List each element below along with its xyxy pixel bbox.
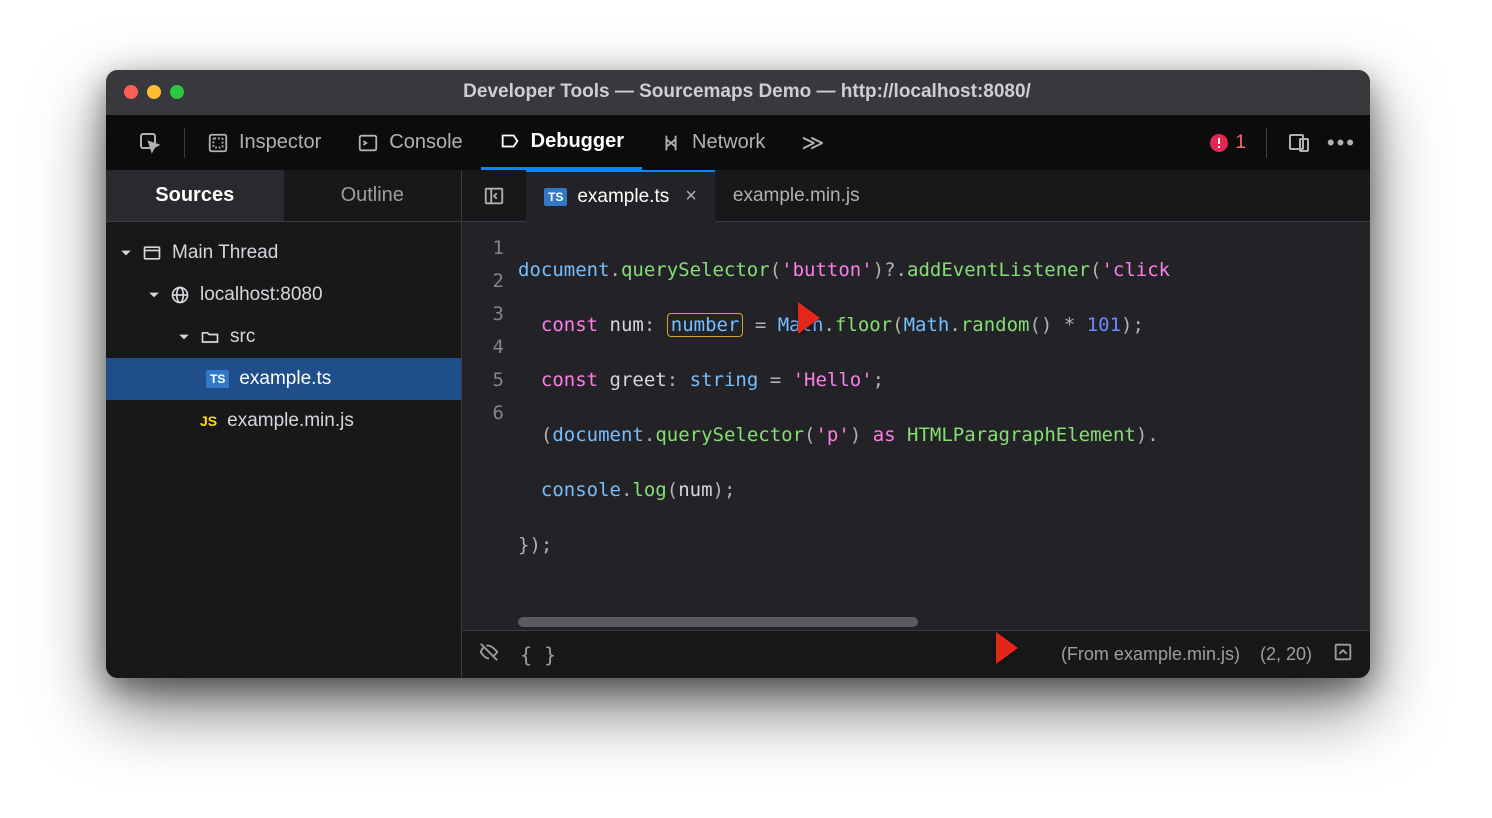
chevron-double-right-icon: ≫: [801, 130, 824, 156]
js-file-icon: JS: [200, 413, 217, 429]
inspector-icon: [207, 132, 229, 154]
pick-element-button[interactable]: [120, 116, 180, 170]
tree-folder-src[interactable]: src: [106, 316, 461, 358]
responsive-icon: [1287, 131, 1311, 155]
line-number: 2: [462, 265, 518, 298]
tab-console-label: Console: [389, 131, 462, 154]
minimize-window-button[interactable]: [147, 85, 161, 99]
kebab-menu-button[interactable]: •••: [1327, 130, 1356, 156]
toolbar-separator: [1266, 128, 1267, 158]
sidebar-tabs: Sources Outline: [106, 170, 461, 222]
main-area: Sources Outline Main Thread localhost:80…: [106, 170, 1370, 678]
window-title: Developer Tools — Sourcemaps Demo — http…: [194, 81, 1370, 103]
line-number: 1: [462, 232, 518, 265]
toggle-sidebar-button[interactable]: [472, 174, 516, 218]
highlighted-type: number: [667, 313, 744, 337]
tree-label: Main Thread: [172, 242, 278, 264]
sidebar-tab-sources[interactable]: Sources: [106, 170, 284, 221]
tab-console[interactable]: Console: [339, 116, 480, 170]
panel-up-icon: [1332, 641, 1354, 663]
tree-label: example.ts: [239, 368, 331, 390]
editor-footer: { } (From example.min.js) (2, 20): [462, 630, 1370, 678]
console-icon: [357, 132, 379, 154]
toggle-bottom-panel-button[interactable]: [1332, 641, 1354, 668]
editor-pane: TS example.ts × example.min.js 1 2 3 4 5…: [462, 170, 1370, 678]
pretty-print-button[interactable]: { }: [520, 643, 556, 667]
blackbox-button[interactable]: [478, 641, 500, 668]
line-number: 4: [462, 331, 518, 364]
kebab-icon: •••: [1327, 130, 1356, 156]
line-number: 3: [462, 298, 518, 331]
ts-file-icon: TS: [206, 370, 229, 388]
sidebar-tab-label: Outline: [341, 184, 404, 207]
pointer-icon: [138, 131, 162, 155]
editor-tab-label: example.min.js: [733, 185, 860, 207]
toolbar-overflow[interactable]: ≫: [783, 116, 842, 170]
tree-label: localhost:8080: [200, 284, 323, 306]
tree-file-example-ts[interactable]: TS example.ts: [106, 358, 461, 400]
sources-tree: Main Thread localhost:8080 src TS exampl…: [106, 222, 461, 442]
caret-down-icon: [178, 331, 190, 343]
responsive-mode-button[interactable]: [1287, 131, 1311, 155]
tab-network-label: Network: [692, 131, 765, 154]
tab-debugger-label: Debugger: [531, 130, 624, 153]
source-origin: (From example.min.js): [1061, 644, 1240, 665]
error-icon: [1209, 133, 1229, 153]
tree-main-thread[interactable]: Main Thread: [106, 232, 461, 274]
editor-tabs: TS example.ts × example.min.js: [462, 170, 1370, 222]
sidebar-tab-label: Sources: [155, 184, 234, 207]
error-badge[interactable]: 1: [1209, 132, 1246, 154]
editor-tab-active[interactable]: TS example.ts ×: [526, 170, 715, 222]
line-gutter: 1 2 3 4 5 6: [462, 222, 518, 630]
error-count: 1: [1235, 132, 1246, 154]
code-content: document.querySelector('button')?.addEve…: [518, 222, 1370, 630]
tab-inspector[interactable]: Inspector: [189, 116, 339, 170]
window-controls: [124, 85, 184, 99]
line-number: 6: [462, 397, 518, 430]
collapse-panel-icon: [483, 185, 505, 207]
devtools-toolbar: Inspector Console Debugger Network ≫ 1: [106, 114, 1370, 170]
network-icon: [660, 132, 682, 154]
sources-sidebar: Sources Outline Main Thread localhost:80…: [106, 170, 462, 678]
caret-down-icon: [148, 289, 160, 301]
toolbar-separator: [184, 128, 185, 158]
tab-debugger[interactable]: Debugger: [481, 116, 642, 170]
tree-host[interactable]: localhost:8080: [106, 274, 461, 316]
titlebar: Developer Tools — Sourcemaps Demo — http…: [106, 70, 1370, 114]
horizontal-scrollbar[interactable]: [518, 614, 1354, 630]
tree-label: src: [230, 326, 255, 348]
cursor-position: (2, 20): [1260, 644, 1312, 665]
ts-file-icon: TS: [544, 188, 567, 206]
debugger-icon: [499, 130, 521, 152]
globe-icon: [170, 285, 190, 305]
caret-down-icon: [120, 247, 132, 259]
devtools-window: Developer Tools — Sourcemaps Demo — http…: [106, 70, 1370, 678]
code-area[interactable]: 1 2 3 4 5 6 document.querySelector('butt…: [462, 222, 1370, 630]
window-icon: [142, 243, 162, 263]
sidebar-tab-outline[interactable]: Outline: [284, 170, 462, 221]
tree-label: example.min.js: [227, 410, 354, 432]
line-number: 5: [462, 364, 518, 397]
tree-file-example-min-js[interactable]: JS example.min.js: [106, 400, 461, 442]
close-tab-button[interactable]: ×: [685, 185, 697, 208]
tab-network[interactable]: Network: [642, 116, 783, 170]
scrollbar-thumb[interactable]: [518, 617, 918, 627]
tab-inspector-label: Inspector: [239, 131, 321, 154]
folder-icon: [200, 327, 220, 347]
editor-tab-inactive[interactable]: example.min.js: [715, 170, 878, 222]
eye-off-icon: [478, 641, 500, 663]
close-window-button[interactable]: [124, 85, 138, 99]
editor-tab-label: example.ts: [577, 186, 669, 208]
zoom-window-button[interactable]: [170, 85, 184, 99]
